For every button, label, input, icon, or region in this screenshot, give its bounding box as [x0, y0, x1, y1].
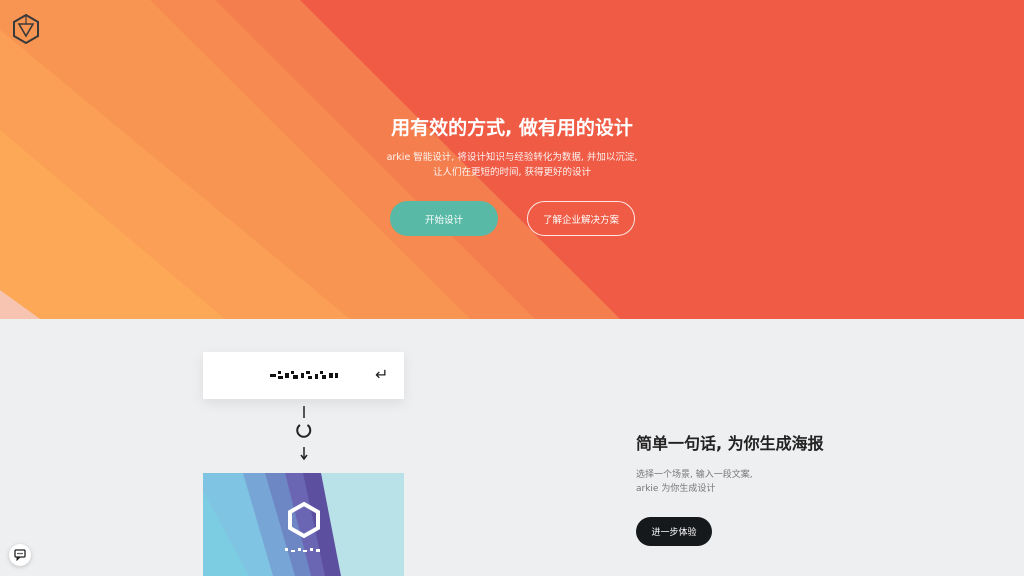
learn-more-button[interactable]: 进一步体验: [636, 517, 712, 546]
feature-title: 简单一句话, 为你生成海报: [636, 434, 824, 453]
feature-description-line-1: 选择一个场景, 输入一段文案,: [636, 470, 753, 480]
feature-description-line-2: arkie 为你生成设计: [636, 484, 716, 494]
chat-icon[interactable]: [9, 544, 31, 566]
return-key-icon: ↵: [375, 365, 389, 384]
process-flow-connector: [296, 406, 312, 461]
hero-subtitle-line-2: 让人们在更短的时间, 获得更好的设计: [432, 167, 592, 178]
hero-subtitle-line-1: arkie 智能设计, 将设计知识与经验转化为数据, 并加以沉淀,: [386, 152, 638, 163]
hero-section: 用有效的方式, 做有用的设计 arkie 智能设计, 将设计知识与经验转化为数据…: [0, 0, 1024, 319]
demo-input-card: ↵: [203, 352, 404, 399]
enterprise-solutions-button[interactable]: 了解企业解决方案: [527, 201, 635, 236]
loading-spinner-icon: [296, 424, 312, 438]
start-design-button[interactable]: 开始设计: [390, 201, 498, 236]
hexagon-logo-icon[interactable]: [13, 13, 39, 45]
feature-description: 选择一个场景, 输入一段文案, arkie 为你生成设计: [636, 468, 753, 496]
feature-section: [0, 319, 1024, 576]
generated-poster-preview: [203, 473, 404, 576]
pixel-placeholder-text: [270, 371, 338, 379]
hero-title: 用有效的方式, 做有用的设计: [391, 117, 633, 139]
hero-subtitle: arkie 智能设计, 将设计知识与经验转化为数据, 并加以沉淀, 让人们在更短…: [0, 150, 1024, 180]
